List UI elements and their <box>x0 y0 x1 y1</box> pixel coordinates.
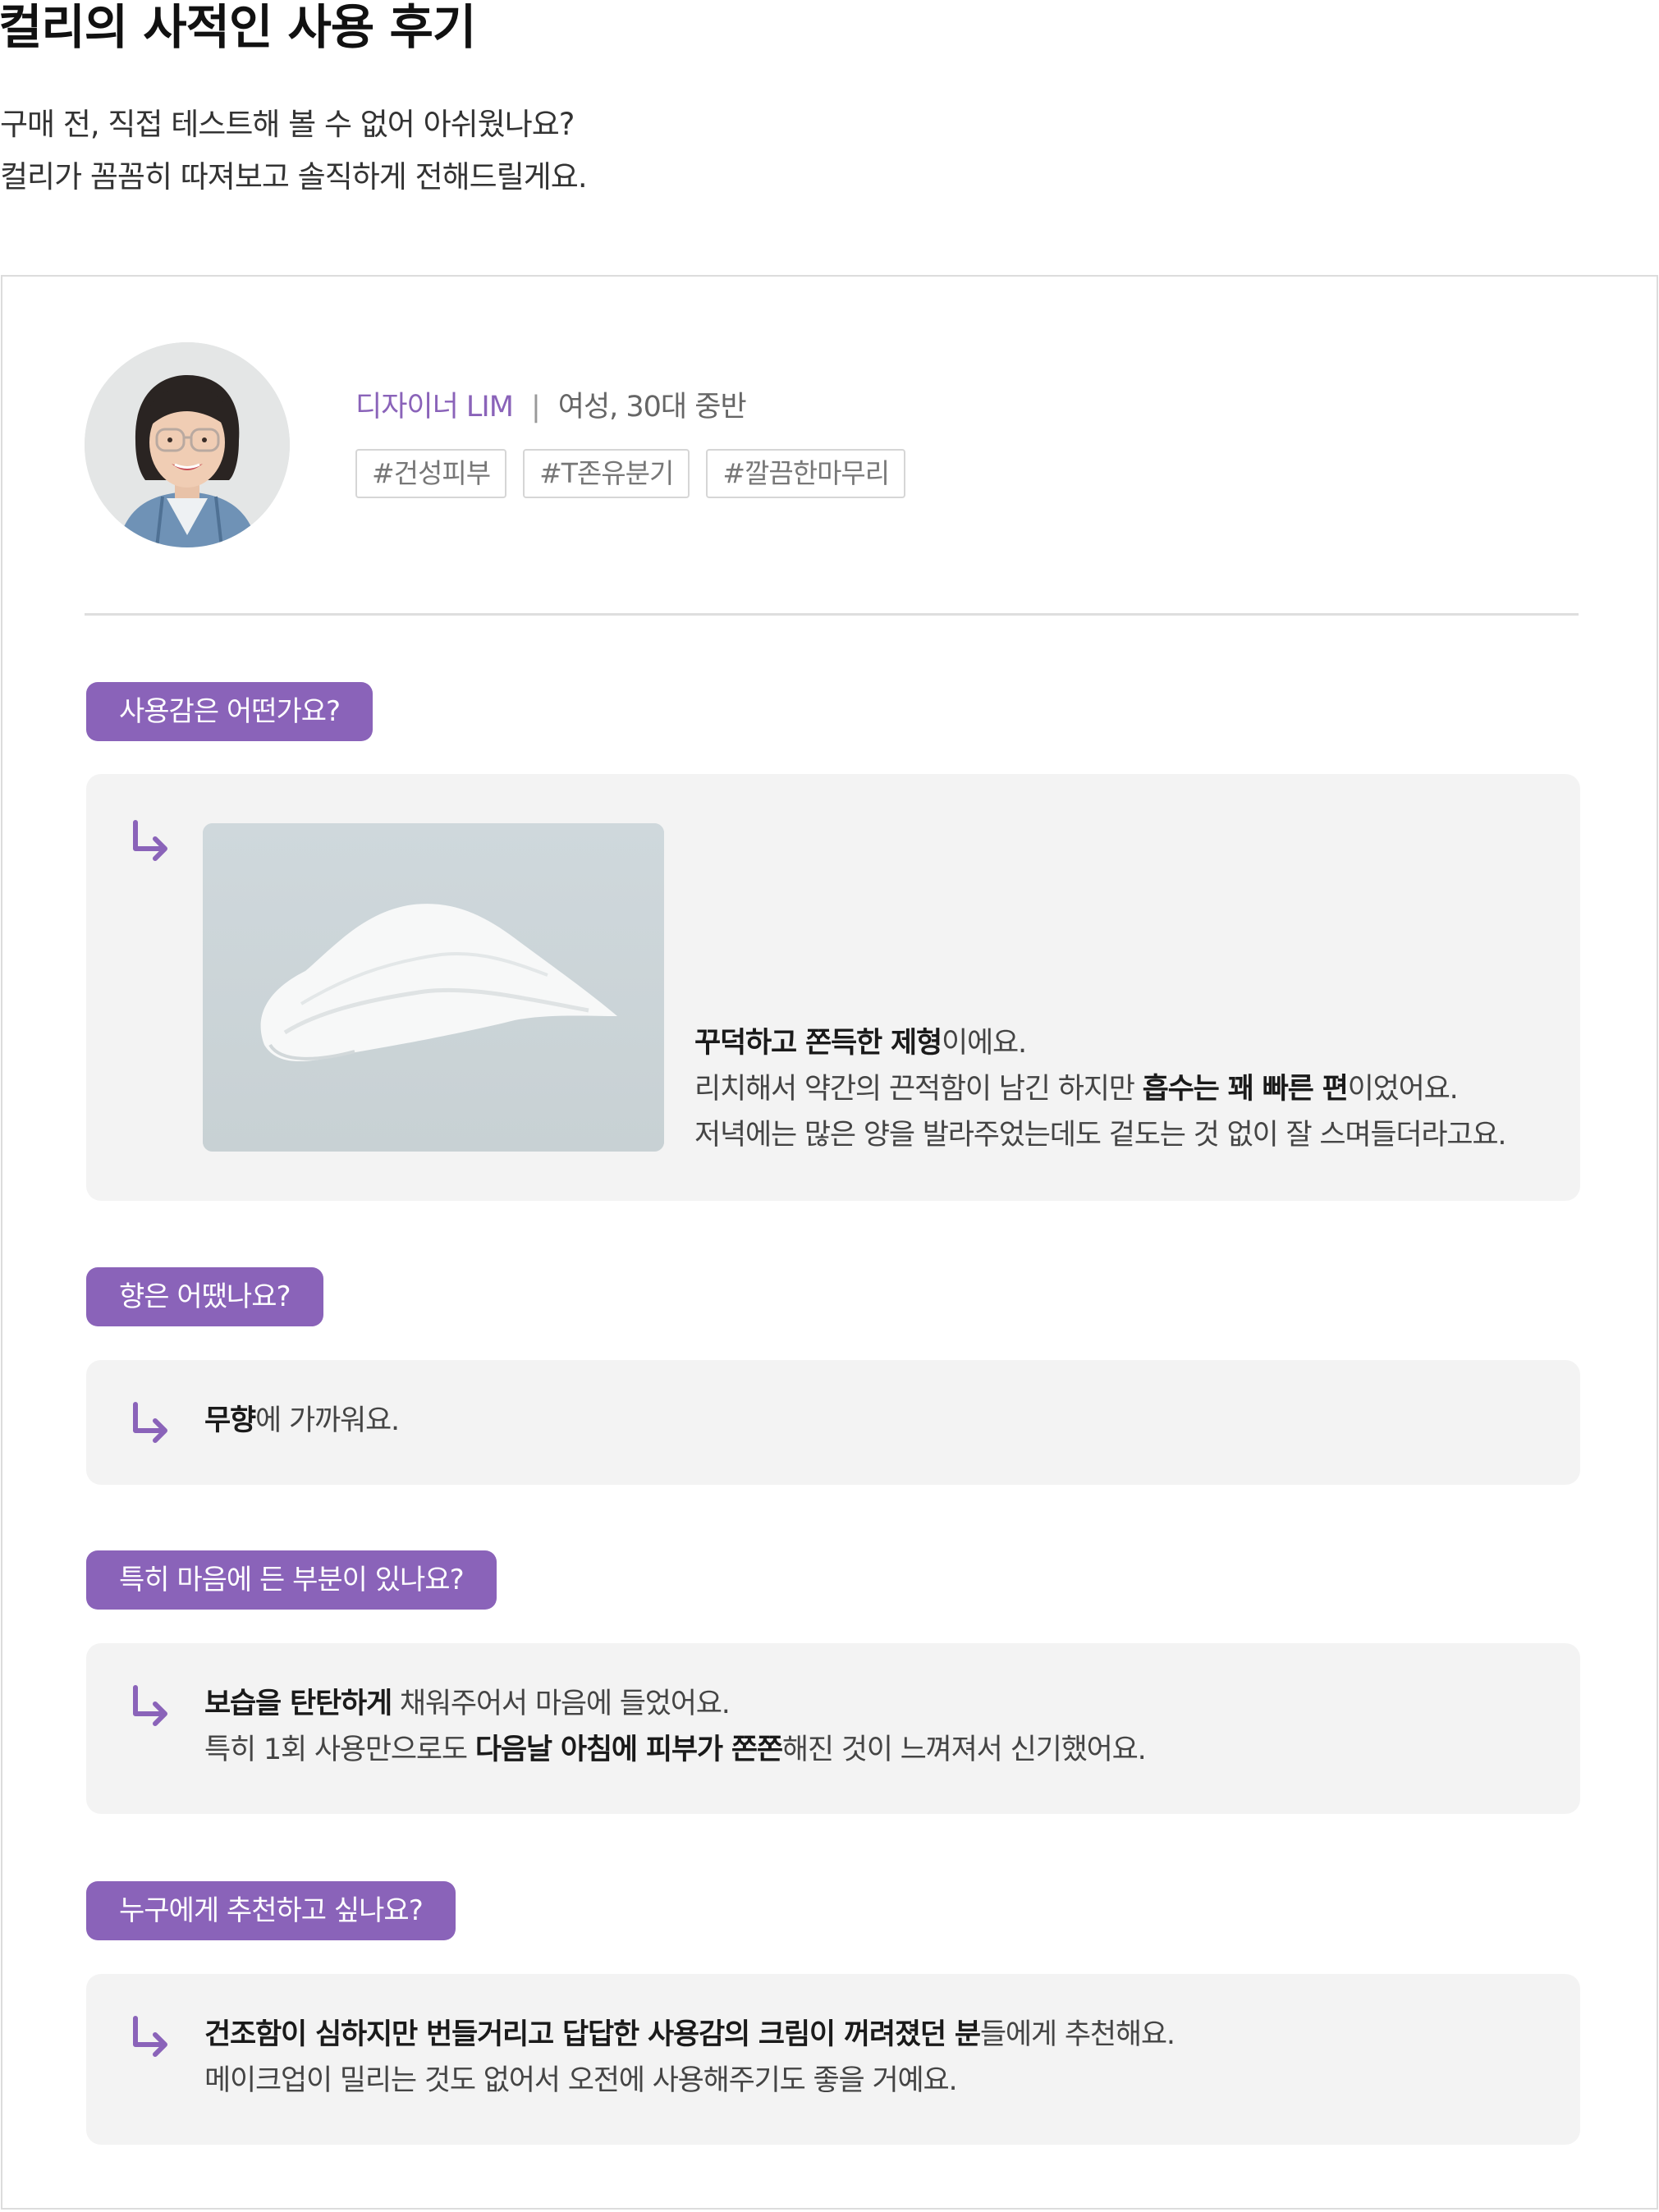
arrow-down-right-icon <box>133 2016 167 2057</box>
answer-text: 보습을 탄탄하게 채워주어서 마음에 들었어요. 특히 1회 사용만으로도 다음… <box>204 1681 1147 1773</box>
question-pill: 향은 어땠나요? <box>86 1267 323 1326</box>
answer-box: 건조함이 심하지만 번들거리고 답답한 사용감의 크림이 꺼려졌던 분들에게 추… <box>86 1974 1580 2145</box>
reviewer-avatar-illustration <box>85 342 290 547</box>
arrow-down-right-icon <box>133 820 167 861</box>
tag-badge: #깔끔한마무리 <box>706 449 906 498</box>
answer-segment: 특히 1회 사용만으로도 <box>204 1733 475 1766</box>
reviewer-name: 디자이너 LIM <box>355 391 514 424</box>
answer-highlight: 보습을 탄탄하게 <box>204 1688 392 1720</box>
answer-highlight: 흡수는 꽤 빠른 편 <box>1142 1073 1349 1106</box>
tag-badge: #건성피부 <box>355 449 507 498</box>
answer-segment: 채워주어서 마음에 들었어요. <box>392 1688 731 1720</box>
page-title: 컬리의 사적인 사용 후기 <box>0 0 476 55</box>
answer-line: 리치해서 약간의 끈적함이 남긴 하지만 흡수는 꽤 빠른 편이었어요. <box>694 1066 1505 1112</box>
intro-line: 컬리가 꼼꼼히 따져보고 솔직하게 전해드릴게요. <box>0 159 588 195</box>
answer-highlight: 무향 <box>204 1404 256 1437</box>
reviewer-info: 여성, 30대 중반 <box>557 391 747 424</box>
answer-line: 저녁에는 많은 양을 발라주었는데도 겉도는 것 없이 잘 스며들더라고요. <box>694 1112 1507 1158</box>
question-pill: 누구에게 추천하고 싶나요? <box>86 1881 456 1940</box>
intro-line: 구매 전, 직접 테스트해 볼 수 없어 아쉬웠나요? <box>0 107 575 142</box>
cream-texture-image <box>203 823 664 1152</box>
answer-line: 무향에 가까워요. <box>204 1398 400 1444</box>
answer-text: 꾸덕하고 쫀득한 제형이에요. 리치해서 약간의 끈적함이 남긴 하지만 흡수는… <box>694 1020 1507 1158</box>
question-pill: 사용감은 어떤가요? <box>86 682 374 741</box>
reviewer-avatar <box>85 342 290 547</box>
answer-segment: 해진 것이 느껴져서 신기했어요. <box>781 1733 1147 1766</box>
answer-box: 무향에 가까워요. <box>86 1360 1580 1485</box>
answer-line: 건조함이 심하지만 번들거리고 답답한 사용감의 크림이 꺼려졌던 분들에게 추… <box>204 2012 1176 2058</box>
answer-segment: 들에게 추천해요. <box>979 2018 1176 2051</box>
answer-segment: 리치해서 약간의 끈적함이 남긴 하지만 <box>694 1073 1143 1106</box>
answer-segment: 에 가까워요. <box>255 1404 400 1437</box>
answer-highlight: 다음날 아침에 피부가 쫀쫀 <box>474 1733 783 1766</box>
answer-segment: 이었어요. <box>1347 1073 1459 1106</box>
answer-line: 메이크업이 밀리는 것도 없어서 오전에 사용해주기도 좋을 거예요. <box>204 2058 1175 2104</box>
arrow-down-right-icon <box>133 1402 167 1443</box>
answer-highlight: 건조함이 심하지만 번들거리고 답답한 사용감의 크림이 꺼려졌던 분 <box>204 2018 981 2051</box>
profile-separator: | <box>530 391 541 424</box>
reviewer-tags: #건성피부 #T존유분기 #깔끔한마무리 <box>355 449 906 498</box>
cream-texture-illustration <box>203 823 664 1152</box>
answer-line: 보습을 탄탄하게 채워주어서 마음에 들었어요. <box>204 1681 1146 1727</box>
answer-segment: 저녁에는 많은 양을 발라주었는데도 겉도는 것 없이 잘 스며들더라고요. <box>694 1119 1507 1152</box>
answer-segment: 메이크업이 밀리는 것도 없어서 오전에 사용해주기도 좋을 거예요. <box>204 2064 958 2097</box>
answer-line: 특히 1회 사용만으로도 다음날 아침에 피부가 쫀쫀해진 것이 느껴져서 신기… <box>204 1727 1147 1773</box>
tag-badge: #T존유분기 <box>523 449 690 498</box>
review-card: 디자이너 LIM | 여성, 30대 중반 #건성피부 #T존유분기 #깔끔한마무리… <box>1 275 1658 2210</box>
answer-text: 건조함이 심하지만 번들거리고 답답한 사용감의 크림이 꺼려졌던 분들에게 추… <box>204 2012 1176 2104</box>
answer-box: 보습을 탄탄하게 채워주어서 마음에 들었어요. 특히 1회 사용만으로도 다음… <box>86 1643 1580 1814</box>
intro-text: 구매 전, 직접 테스트해 볼 수 없어 아쉬웠나요? 컬리가 꼼꼼히 따져보고… <box>0 98 588 204</box>
answer-segment: 이에요. <box>941 1027 1027 1060</box>
answer-highlight: 꾸덕하고 쫀득한 제형 <box>694 1027 942 1060</box>
answer-box: 꾸덕하고 쫀득한 제형이에요. 리치해서 약간의 끈적함이 남긴 하지만 흡수는… <box>86 774 1580 1201</box>
section-divider <box>85 613 1579 616</box>
answer-text: 무향에 가까워요. <box>204 1398 400 1444</box>
answer-line: 꾸덕하고 쫀득한 제형이에요. <box>694 1020 1505 1066</box>
reviewer-profile: 디자이너 LIM | 여성, 30대 중반 <box>355 383 747 425</box>
arrow-down-right-icon <box>133 1685 167 1726</box>
question-pill: 특히 마음에 든 부분이 있나요? <box>86 1550 497 1610</box>
